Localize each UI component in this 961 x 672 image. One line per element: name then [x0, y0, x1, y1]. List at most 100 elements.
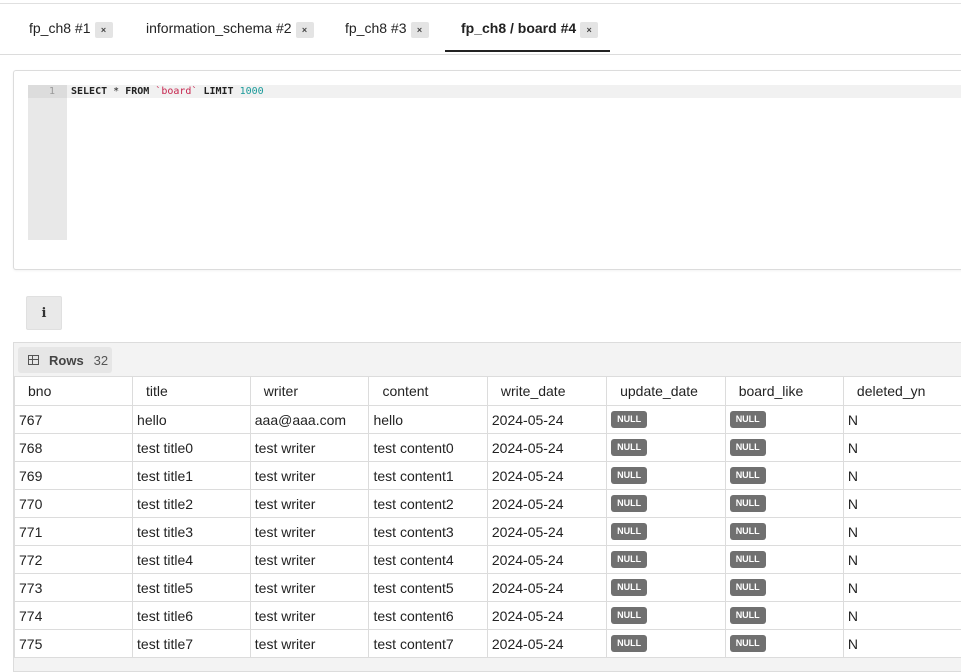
- table-cell-update-date[interactable]: NULL: [607, 546, 726, 574]
- table-row[interactable]: 774test title6test writertest content620…: [15, 602, 961, 630]
- table-cell-content[interactable]: test content4: [369, 546, 487, 574]
- table-cell-update-date[interactable]: NULL: [607, 518, 726, 546]
- table-cell-writer[interactable]: test writer: [250, 518, 369, 546]
- table-cell-writer[interactable]: test writer: [250, 630, 369, 658]
- table-cell-deleted-yn[interactable]: N: [843, 490, 961, 518]
- table-cell-write-date[interactable]: 2024-05-24: [487, 406, 606, 434]
- close-icon[interactable]: ×: [411, 22, 429, 38]
- table-cell-board-like[interactable]: NULL: [725, 574, 843, 602]
- sql-editor[interactable]: 1 SELECT * FROM `board` LIMIT 1000: [13, 70, 961, 270]
- column-header-title[interactable]: title: [133, 377, 251, 406]
- table-cell-board-like[interactable]: NULL: [725, 490, 843, 518]
- table-cell-board-like[interactable]: NULL: [725, 518, 843, 546]
- table-cell-bno[interactable]: 769: [15, 462, 133, 490]
- table-cell-update-date[interactable]: NULL: [607, 602, 726, 630]
- table-cell-bno[interactable]: 772: [15, 546, 133, 574]
- table-row[interactable]: 775test title7test writertest content720…: [15, 630, 961, 658]
- table-cell-write-date[interactable]: 2024-05-24: [487, 462, 606, 490]
- table-cell-content[interactable]: hello: [369, 406, 487, 434]
- table-cell-board-like[interactable]: NULL: [725, 462, 843, 490]
- table-cell-bno[interactable]: 768: [15, 434, 133, 462]
- table-cell-writer[interactable]: aaa@aaa.com: [250, 406, 369, 434]
- table-cell-write-date[interactable]: 2024-05-24: [487, 490, 606, 518]
- table-cell-deleted-yn[interactable]: N: [843, 518, 961, 546]
- table-cell-write-date[interactable]: 2024-05-24: [487, 434, 606, 462]
- table-cell-deleted-yn[interactable]: N: [843, 462, 961, 490]
- table-row[interactable]: 768test title0test writertest content020…: [15, 434, 961, 462]
- sql-query-line[interactable]: SELECT * FROM `board` LIMIT 1000: [71, 85, 264, 98]
- column-header-write-date[interactable]: write_date: [487, 377, 606, 406]
- table-cell-writer[interactable]: test writer: [250, 602, 369, 630]
- table-cell-update-date[interactable]: NULL: [607, 434, 726, 462]
- table-cell-writer[interactable]: test writer: [250, 546, 369, 574]
- table-cell-bno[interactable]: 773: [15, 574, 133, 602]
- tab-information-schema-2[interactable]: information_schema #2 ×: [146, 4, 314, 52]
- table-row[interactable]: 767helloaaa@aaa.comhello2024-05-24NULLNU…: [15, 406, 961, 434]
- table-cell-deleted-yn[interactable]: N: [843, 574, 961, 602]
- table-cell-title[interactable]: test title2: [133, 490, 251, 518]
- table-cell-writer[interactable]: test writer: [250, 434, 369, 462]
- table-cell-update-date[interactable]: NULL: [607, 406, 726, 434]
- column-header-content[interactable]: content: [369, 377, 487, 406]
- table-cell-write-date[interactable]: 2024-05-24: [487, 630, 606, 658]
- table-cell-content[interactable]: test content2: [369, 490, 487, 518]
- column-header-deleted-yn[interactable]: deleted_yn: [843, 377, 961, 406]
- table-row[interactable]: 772test title4test writertest content420…: [15, 546, 961, 574]
- table-cell-update-date[interactable]: NULL: [607, 462, 726, 490]
- table-cell-title[interactable]: test title7: [133, 630, 251, 658]
- table-cell-deleted-yn[interactable]: N: [843, 630, 961, 658]
- table-cell-write-date[interactable]: 2024-05-24: [487, 602, 606, 630]
- tab-fp-ch8-3[interactable]: fp_ch8 #3 ×: [345, 4, 429, 52]
- table-cell-deleted-yn[interactable]: N: [843, 434, 961, 462]
- info-button[interactable]: i: [26, 296, 62, 330]
- table-cell-title[interactable]: test title3: [133, 518, 251, 546]
- table-cell-deleted-yn[interactable]: N: [843, 546, 961, 574]
- table-cell-content[interactable]: test content5: [369, 574, 487, 602]
- table-cell-title[interactable]: test title1: [133, 462, 251, 490]
- table-cell-content[interactable]: test content6: [369, 602, 487, 630]
- table-cell-board-like[interactable]: NULL: [725, 546, 843, 574]
- tab-fp-ch8-board-4[interactable]: fp_ch8 / board #4 ×: [445, 4, 610, 52]
- table-cell-board-like[interactable]: NULL: [725, 406, 843, 434]
- table-cell-bno[interactable]: 771: [15, 518, 133, 546]
- table-cell-update-date[interactable]: NULL: [607, 630, 726, 658]
- rows-count-badge[interactable]: Rows 32: [18, 347, 112, 373]
- table-row[interactable]: 769test title1test writertest content120…: [15, 462, 961, 490]
- table-cell-write-date[interactable]: 2024-05-24: [487, 574, 606, 602]
- table-cell-write-date[interactable]: 2024-05-24: [487, 546, 606, 574]
- table-cell-board-like[interactable]: NULL: [725, 602, 843, 630]
- table-cell-writer[interactable]: test writer: [250, 574, 369, 602]
- table-cell-board-like[interactable]: NULL: [725, 630, 843, 658]
- close-icon[interactable]: ×: [95, 22, 113, 38]
- table-cell-bno[interactable]: 775: [15, 630, 133, 658]
- table-cell-write-date[interactable]: 2024-05-24: [487, 518, 606, 546]
- table-cell-title[interactable]: hello: [133, 406, 251, 434]
- table-cell-deleted-yn[interactable]: N: [843, 406, 961, 434]
- close-icon[interactable]: ×: [296, 22, 314, 38]
- table-cell-bno[interactable]: 770: [15, 490, 133, 518]
- table-cell-title[interactable]: test title4: [133, 546, 251, 574]
- table-row[interactable]: 771test title3test writertest content320…: [15, 518, 961, 546]
- table-row[interactable]: 770test title2test writertest content220…: [15, 490, 961, 518]
- table-cell-update-date[interactable]: NULL: [607, 490, 726, 518]
- column-header-bno[interactable]: bno: [15, 377, 133, 406]
- column-header-writer[interactable]: writer: [250, 377, 369, 406]
- table-cell-title[interactable]: test title0: [133, 434, 251, 462]
- table-cell-bno[interactable]: 774: [15, 602, 133, 630]
- table-cell-content[interactable]: test content7: [369, 630, 487, 658]
- table-cell-title[interactable]: test title5: [133, 574, 251, 602]
- column-header-board-like[interactable]: board_like: [725, 377, 843, 406]
- table-cell-bno[interactable]: 767: [15, 406, 133, 434]
- table-cell-title[interactable]: test title6: [133, 602, 251, 630]
- column-header-update-date[interactable]: update_date: [607, 377, 726, 406]
- table-cell-writer[interactable]: test writer: [250, 490, 369, 518]
- table-cell-content[interactable]: test content0: [369, 434, 487, 462]
- table-cell-content[interactable]: test content1: [369, 462, 487, 490]
- table-cell-board-like[interactable]: NULL: [725, 434, 843, 462]
- table-row[interactable]: 773test title5test writertest content520…: [15, 574, 961, 602]
- close-icon[interactable]: ×: [580, 22, 598, 38]
- tab-fp-ch8-1[interactable]: fp_ch8 #1 ×: [29, 4, 113, 52]
- table-cell-update-date[interactable]: NULL: [607, 574, 726, 602]
- table-cell-writer[interactable]: test writer: [250, 462, 369, 490]
- table-cell-deleted-yn[interactable]: N: [843, 602, 961, 630]
